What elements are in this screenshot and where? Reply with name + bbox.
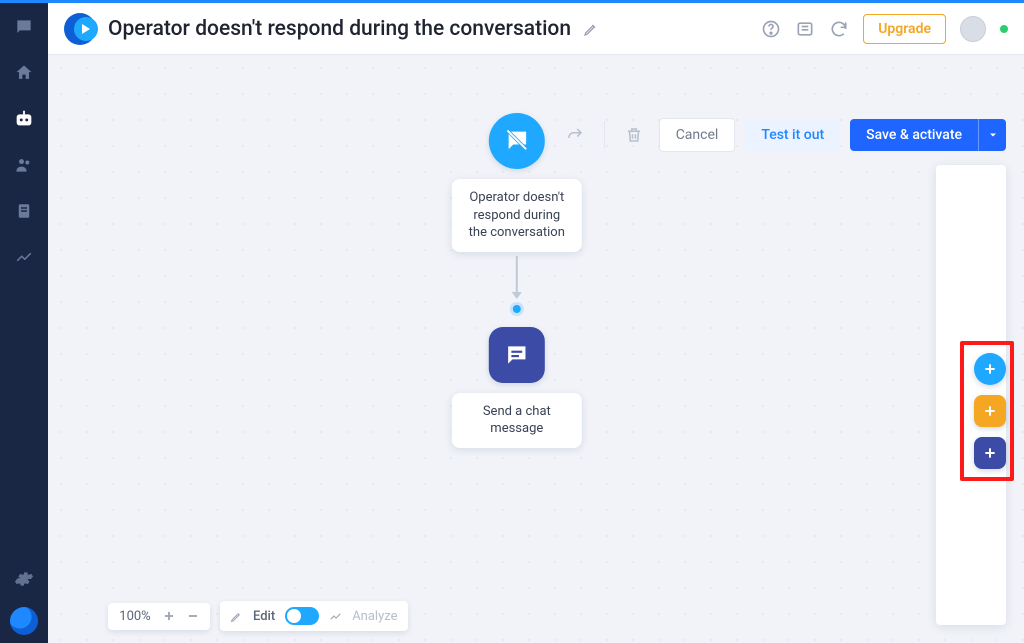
mode-switch: Edit Analyze xyxy=(220,601,408,631)
nav-conversations-icon[interactable] xyxy=(10,13,38,41)
trigger-node-icon[interactable] xyxy=(489,113,545,169)
zoom-out-icon[interactable] xyxy=(186,609,200,623)
page-title: Operator doesn't respond during the conv… xyxy=(108,17,571,41)
edit-title-icon[interactable] xyxy=(583,21,599,37)
save-activate-button[interactable]: Save & activate xyxy=(850,119,978,151)
delete-icon[interactable] xyxy=(619,120,649,150)
zoom-in-icon[interactable] xyxy=(162,609,176,623)
app-logo-icon[interactable] xyxy=(64,13,96,45)
palette-add-action-button[interactable] xyxy=(974,437,1006,469)
analyze-mode-label: Analyze xyxy=(352,609,397,624)
palette-add-condition-button[interactable] xyxy=(974,395,1006,427)
trigger-node-label[interactable]: Operator doesn't respond during the conv… xyxy=(452,179,582,252)
brand-logo-icon[interactable] xyxy=(10,607,38,635)
action-node-icon[interactable] xyxy=(489,327,545,383)
upgrade-button[interactable]: Upgrade xyxy=(863,14,946,44)
zoom-value: 100% xyxy=(118,609,152,624)
nav-docs-icon[interactable] xyxy=(10,197,38,225)
cancel-button[interactable]: Cancel xyxy=(659,118,736,152)
toolbar-divider xyxy=(604,121,605,149)
top-bar: Operator doesn't respond during the conv… xyxy=(48,3,1024,55)
edit-mode-icon xyxy=(230,610,243,623)
news-icon[interactable] xyxy=(795,19,815,39)
flow-canvas[interactable]: Cancel Test it out Save & activate Opera… xyxy=(48,55,1024,643)
nav-bot-icon[interactable] xyxy=(10,105,38,133)
palette-add-trigger-button[interactable] xyxy=(974,353,1006,385)
action-node-label[interactable]: Send a chat message xyxy=(452,393,582,448)
left-navigation-rail xyxy=(0,3,48,643)
user-avatar[interactable] xyxy=(960,16,986,42)
refresh-icon[interactable] xyxy=(829,19,849,39)
mode-toggle[interactable] xyxy=(285,607,319,625)
flow-diagram: Operator doesn't respond during the conv… xyxy=(437,113,597,448)
edit-mode-label: Edit xyxy=(253,609,275,624)
canvas-bottom-bar: 100% Edit Analyze xyxy=(108,601,408,631)
nav-settings-icon[interactable] xyxy=(10,565,38,593)
help-icon[interactable] xyxy=(761,19,781,39)
nav-audience-icon[interactable] xyxy=(10,151,38,179)
save-dropdown-icon[interactable] xyxy=(978,119,1006,151)
edge-add-dot-icon[interactable] xyxy=(513,305,521,313)
presence-indicator-icon xyxy=(1000,25,1008,33)
nav-analytics-icon[interactable] xyxy=(10,243,38,271)
analyze-mode-icon xyxy=(329,610,342,623)
flow-edge xyxy=(512,256,522,313)
nav-home-icon[interactable] xyxy=(10,59,38,87)
zoom-control: 100% xyxy=(108,603,210,630)
test-button[interactable]: Test it out xyxy=(745,119,840,151)
